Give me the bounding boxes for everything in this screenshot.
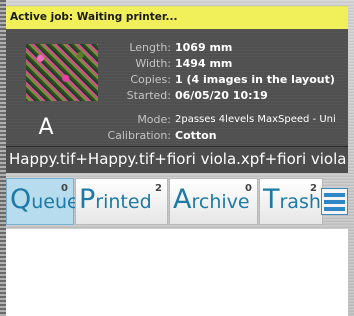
- started-value: 06/05/20 10:19: [175, 89, 268, 102]
- tab-queue-label: Queue: [10, 184, 79, 215]
- queue-tabs: Queue 0 Printed 2 Archive 0 Trash 2: [6, 178, 348, 226]
- tab-queue[interactable]: Queue 0: [6, 178, 79, 225]
- active-job-banner: Active job: Waiting printer...: [6, 6, 348, 30]
- tab-printed-label: Printed: [79, 184, 152, 215]
- job-files-bar: Happy.tif+Happy.tif+fiori viola.xpf+fior…: [6, 147, 348, 173]
- job-details-panel: A Length: 1069 mm Width: 1494 mm Copies:…: [6, 29, 348, 146]
- calibration-value: Cotton: [175, 129, 217, 142]
- job-list-area[interactable]: [6, 229, 348, 316]
- job-thumbnail[interactable]: [26, 44, 98, 101]
- length-label: Length:: [129, 41, 171, 54]
- tab-queue-count: 0: [61, 183, 68, 194]
- hamburger-menu-icon[interactable]: [321, 188, 348, 215]
- mode-label: Mode:: [137, 113, 171, 126]
- job-letter-label: A: [38, 115, 54, 140]
- calibration-label: Calibration:: [107, 129, 171, 142]
- active-job-status: Active job: Waiting printer...: [10, 11, 178, 23]
- tab-printed-count: 2: [155, 183, 162, 194]
- width-value: 1494 mm: [175, 57, 233, 70]
- tab-printed[interactable]: Printed 2: [75, 178, 168, 225]
- width-label: Width:: [135, 57, 171, 70]
- tab-archive-count: 0: [245, 183, 252, 194]
- printer-job-app: Active job: Waiting printer... A Length:…: [0, 0, 354, 316]
- tab-archive-label: Archive: [173, 184, 250, 215]
- started-label: Started:: [126, 89, 171, 102]
- tab-archive[interactable]: Archive 0: [169, 178, 258, 225]
- copies-label: Copies:: [130, 73, 171, 86]
- copies-value: 1 (4 images in the layout): [175, 73, 335, 86]
- tab-trash[interactable]: Trash 2: [259, 178, 323, 225]
- length-value: 1069 mm: [175, 41, 233, 54]
- job-files-text: Happy.tif+Happy.tif+fiori viola.xpf+fior…: [9, 150, 348, 168]
- mode-value: 2passes 4levels MaxSpeed - Uni: [175, 114, 336, 125]
- tab-trash-count: 2: [310, 183, 317, 194]
